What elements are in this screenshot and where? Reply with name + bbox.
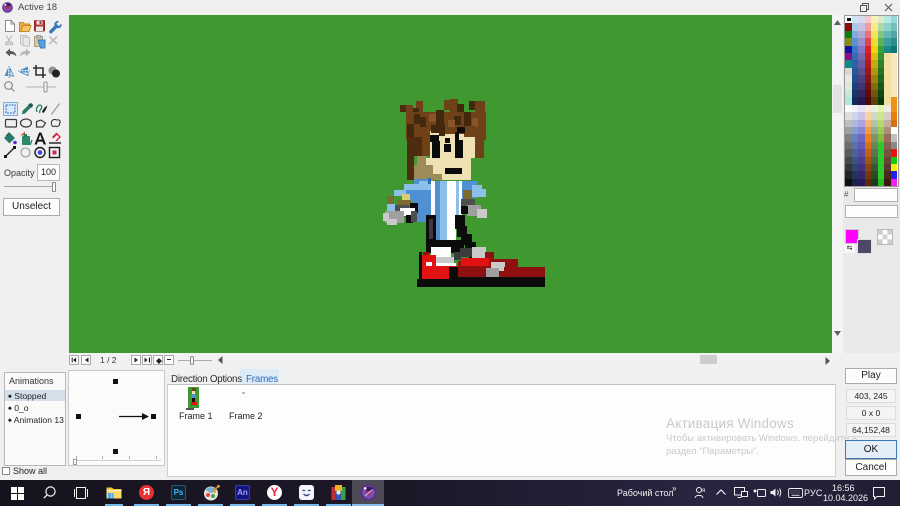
svg-text:я: я	[702, 488, 705, 494]
